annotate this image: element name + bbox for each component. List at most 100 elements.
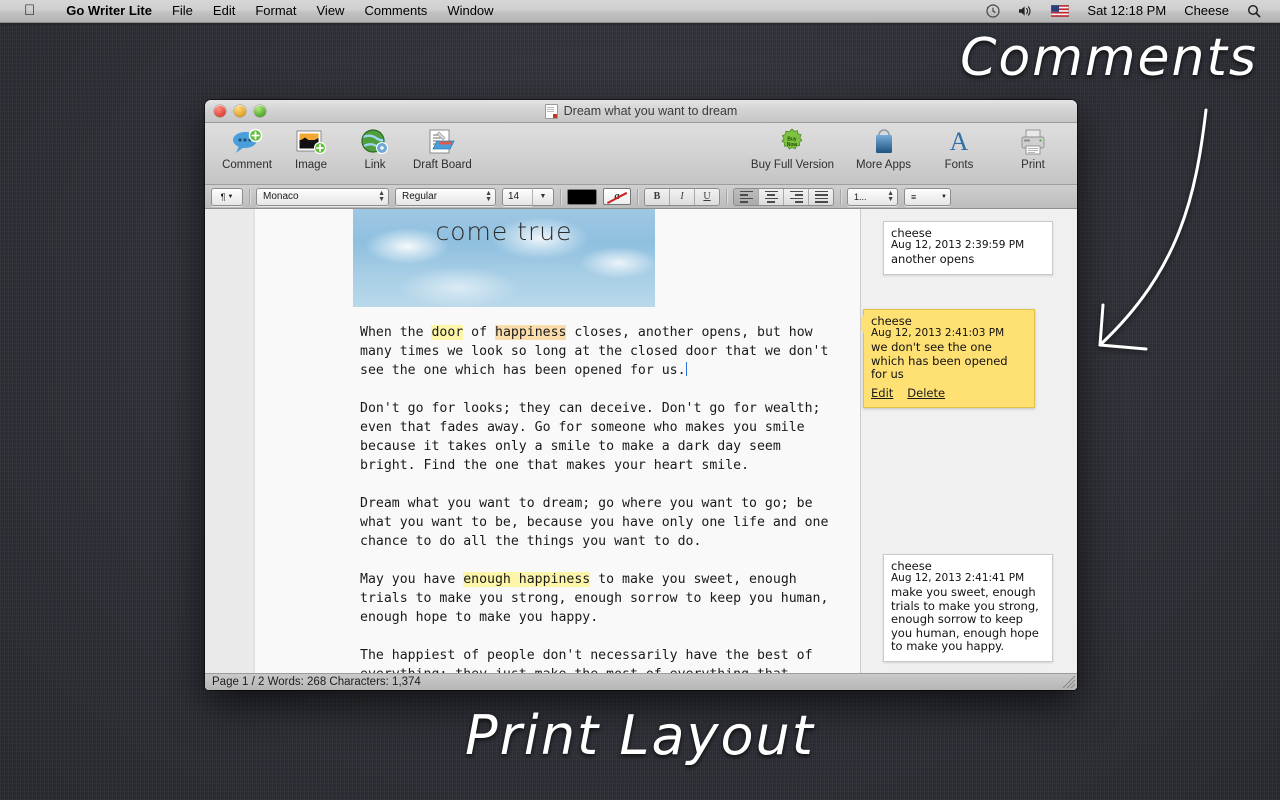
bullet-list-icon: ≡ <box>911 191 917 202</box>
align-right-button[interactable] <box>784 188 809 205</box>
comment-body[interactable]: cheese Aug 12, 2013 2:41:03 PM we don't se… <box>863 309 1035 408</box>
chevron-down-icon: ▼ <box>227 193 234 200</box>
apple-menu[interactable]:  <box>8 0 56 22</box>
toolbar-more-apps-button[interactable]: More Apps <box>852 123 915 171</box>
menu-bar:  Go Writer Lite File Edit Format View C… <box>0 0 1280 23</box>
toolbar-draft-board-label: Draft Board <box>413 159 472 171</box>
toolbar-buy-full-version-button[interactable]: Buy Now Buy Full Version <box>747 123 838 171</box>
font-size-value: 14 <box>508 191 520 202</box>
format-divider <box>560 188 561 205</box>
menu-app-name[interactable]: Go Writer Lite <box>56 0 162 22</box>
menu-view[interactable]: View <box>307 0 355 22</box>
comment-card-selected[interactable]: cheese Aug 12, 2013 2:41:03 PM we don't se… <box>861 309 1035 408</box>
comment-bubble-icon <box>231 127 263 157</box>
toolbar-comment-label: Comment <box>222 159 272 171</box>
menu-edit[interactable]: Edit <box>203 0 245 22</box>
comment-text: another opens <box>891 252 975 266</box>
volume-icon[interactable] <box>1009 0 1042 22</box>
menu-file[interactable]: File <box>162 0 203 22</box>
paragraph-style-popup[interactable]: ¶ ▼ <box>211 187 243 206</box>
spotlight-search-icon[interactable] <box>1238 0 1270 22</box>
highlighted-text-orange: happiness <box>495 325 567 340</box>
toolbar-draft-board-button[interactable]: Draft Board <box>409 123 476 171</box>
us-flag-icon[interactable] <box>1042 0 1078 22</box>
toolbar-fonts-button[interactable]: A Fonts <box>929 123 989 172</box>
text-background-color-icon[interactable]: a <box>603 188 631 205</box>
list-number-popup[interactable]: 1... ▲ ▼ <box>847 187 898 206</box>
font-style-value: Regular <box>402 191 438 202</box>
toolbar-image-label: Image <box>295 159 327 171</box>
text-caret <box>685 362 687 376</box>
font-size-dropdown[interactable]: ▼ <box>532 187 554 206</box>
document-icon <box>544 103 558 119</box>
comment-card[interactable]: cheese Aug 12, 2013 2:39:59 PM another ope… <box>883 221 1053 275</box>
text-run: Don't go for looks; they can deceive. Do… <box>360 401 829 473</box>
align-center-button[interactable] <box>759 188 784 205</box>
comment-body[interactable]: cheese Aug 12, 2013 2:39:59 PM another ope… <box>883 221 1053 275</box>
globe-link-icon <box>360 127 390 157</box>
stepper-icon: ▲ ▼ <box>485 189 492 203</box>
menubar-clock[interactable]: Sat 12:18 PM <box>1078 0 1175 22</box>
app-store-bag-icon <box>872 127 896 157</box>
alignment-segmented-control[interactable] <box>733 187 834 206</box>
align-left-button[interactable] <box>734 188 759 205</box>
svg-text:Now: Now <box>787 142 798 148</box>
menubar-user[interactable]: Cheese <box>1175 0 1238 22</box>
list-style-popup[interactable]: ≡ ▼ <box>904 187 951 206</box>
document-paragraph[interactable]: Dream what you want to dream; go where y… <box>360 494 840 551</box>
buy-now-badge-icon: Buy Now <box>778 127 806 157</box>
text-run: When the <box>360 325 432 340</box>
printer-icon <box>1019 127 1047 157</box>
text-run: May you have <box>360 572 464 587</box>
stepper-icon: ▲ ▼ <box>887 189 894 203</box>
comments-pane[interactable]: cheese Aug 12, 2013 2:39:59 PM another ope… <box>861 209 1077 690</box>
toolbar-link-button[interactable]: Link <box>345 123 405 171</box>
fonts-icon: A <box>949 127 969 156</box>
comment-text: make you sweet, enough trials to make yo… <box>891 585 1039 653</box>
document-paragraph[interactable]: May you have enough happiness to make yo… <box>360 570 840 627</box>
window-title-text: Dream what you want to dream <box>563 104 738 118</box>
format-divider <box>840 188 841 205</box>
bold-button[interactable]: B <box>645 188 670 205</box>
format-bar: ¶ ▼ Monaco ▲▼ Regular ▲▼ 14 ▼ a B I U <box>205 185 1077 209</box>
format-divider <box>249 188 250 205</box>
toolbar-image-button[interactable]: Image <box>281 123 341 171</box>
toolbar-more-apps-label: More Apps <box>856 159 911 171</box>
window-title: Dream what you want to dream <box>205 103 1077 119</box>
time-machine-icon[interactable] <box>977 0 1009 22</box>
window-title-bar[interactable]: Dream what you want to dream <box>205 100 1077 123</box>
toolbar-buy-full-version-label: Buy Full Version <box>750 159 835 171</box>
status-bar-text: Page 1 / 2 Words: 268 Characters: 1,374 <box>212 676 421 688</box>
document-pane[interactable]: come true When the door of happiness clo… <box>205 209 861 690</box>
font-style-popup[interactable]: Regular ▲ ▼ <box>395 187 496 206</box>
document-page[interactable]: come true When the door of happiness clo… <box>255 209 860 690</box>
document-text[interactable]: When the door of happiness closes, anoth… <box>255 307 860 684</box>
comment-body[interactable]: cheese Aug 12, 2013 2:41:41 PM make you sw… <box>883 554 1053 662</box>
resize-handle[interactable] <box>1062 675 1076 689</box>
document-hero-image[interactable]: come true <box>353 209 655 307</box>
text-style-segmented-control[interactable]: B I U <box>644 187 720 206</box>
comment-edit-link[interactable]: Edit <box>871 386 893 400</box>
font-family-popup[interactable]: Monaco ▲ ▼ <box>256 187 389 206</box>
menu-comments[interactable]: Comments <box>354 0 437 22</box>
comment-delete-link[interactable]: Delete <box>907 386 945 400</box>
hero-image-caption: come true <box>435 217 573 246</box>
font-size-input[interactable]: 14 <box>502 187 532 206</box>
align-justify-button[interactable] <box>809 188 833 205</box>
toolbar-link-label: Link <box>364 159 386 171</box>
toolbar-print-button[interactable]: Print <box>1003 123 1063 171</box>
underline-button[interactable]: U <box>695 188 719 205</box>
font-family-value: Monaco <box>263 191 299 202</box>
text-color-swatch[interactable] <box>567 188 597 205</box>
menu-format[interactable]: Format <box>245 0 306 22</box>
menu-window[interactable]: Window <box>437 0 503 22</box>
toolbar-comment-button[interactable]: Comment <box>217 123 277 171</box>
toolbar-fonts-label: Fonts <box>944 159 974 171</box>
format-divider <box>637 188 638 205</box>
italic-button[interactable]: I <box>670 188 695 205</box>
document-paragraph[interactable]: Don't go for looks; they can deceive. Do… <box>360 399 840 475</box>
comment-card[interactable]: cheese Aug 12, 2013 2:41:41 PM make you sw… <box>883 554 1053 662</box>
comment-date: Aug 12, 2013 2:39:59 PM <box>891 239 1025 251</box>
annotation-arrow-icon <box>1098 108 1208 351</box>
document-paragraph[interactable]: When the door of happiness closes, anoth… <box>360 323 840 380</box>
